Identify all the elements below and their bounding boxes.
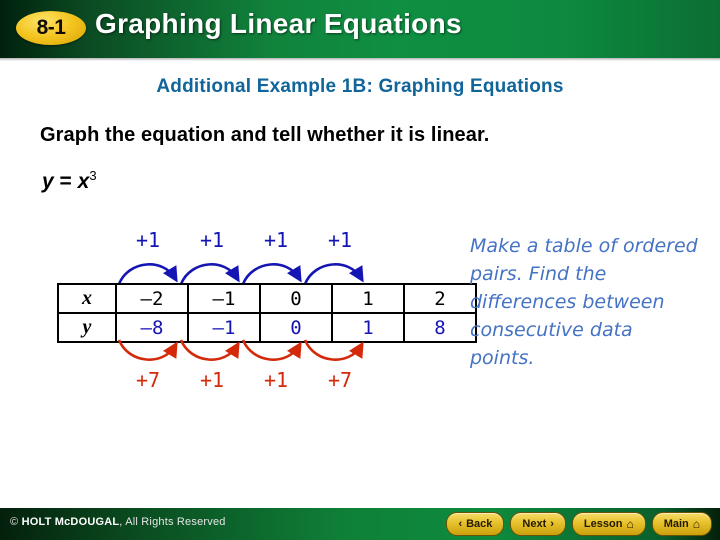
copyright-brand: HOLT McDOUGAL [21, 516, 120, 528]
page-title: Graphing Linear Equations [95, 8, 462, 39]
next-button[interactable]: Next › [510, 512, 566, 536]
copyright-prefix: © [10, 516, 22, 528]
x-cell: –2 [115, 283, 189, 314]
difference-table-area: +1 +1 +1 +1 x –2 –1 0 1 2 y –8 –1 0 1 8 [57, 228, 477, 400]
y-difference-label: +7 [327, 368, 353, 392]
x-difference-label: +1 [263, 228, 289, 252]
chevron-left-icon: ‹ [458, 518, 463, 530]
slide-footer: © HOLT McDOUGAL, All Rights Reserved ‹ B… [0, 508, 720, 540]
copyright-suffix: , All Rights Reserved [119, 516, 226, 528]
instruction-note: Make a table of ordered pairs. Find the … [470, 235, 698, 369]
x-cell: 1 [331, 283, 405, 314]
slide-header: 8-1 Graphing Linear Equations [0, 0, 720, 58]
y-difference-label: +1 [199, 368, 225, 392]
next-button-label: Next [522, 518, 547, 530]
x-difference-label: +1 [327, 228, 353, 252]
x-cell: 0 [259, 283, 333, 314]
x-cell: 2 [403, 283, 477, 314]
equation-lhs: y [42, 170, 54, 193]
home-icon: ⌂ [626, 517, 634, 531]
y-difference-arrows [117, 339, 364, 361]
y-difference-label: +1 [263, 368, 289, 392]
header-divider [0, 58, 720, 61]
lesson-number-badge: 8-1 [16, 11, 86, 45]
main-button[interactable]: Main ⌂ [651, 512, 712, 536]
navigation-buttons: ‹ Back Next › Lesson ⌂ Main ⌂ [446, 512, 712, 536]
copyright-text: © HOLT McDOUGAL, All Rights Reserved [10, 516, 226, 528]
table-row-x: x –2 –1 0 1 2 [57, 283, 477, 314]
back-button-label: Back [466, 518, 493, 530]
lesson-number-text: 8-1 [36, 16, 66, 39]
x-difference-label: +1 [135, 228, 161, 252]
x-difference-arrows [117, 263, 364, 285]
example-subtitle: Additional Example 1B: Graphing Equation… [156, 76, 564, 97]
lesson-button[interactable]: Lesson ⌂ [571, 512, 646, 536]
equation-exponent: 3 [89, 168, 97, 183]
back-button[interactable]: ‹ Back [446, 512, 505, 536]
chevron-right-icon: › [550, 518, 554, 530]
lesson-button-label: Lesson [583, 518, 623, 530]
equation: y = x3 [42, 168, 97, 194]
home-icon: ⌂ [692, 517, 700, 531]
main-button-label: Main [663, 518, 689, 530]
equation-equals: = [59, 170, 72, 193]
row-label-x: x [57, 283, 117, 314]
problem-prompt: Graph the equation and tell whether it i… [40, 124, 490, 146]
equation-base: x [77, 170, 90, 193]
y-difference-label: +7 [135, 368, 161, 392]
x-difference-label: +1 [199, 228, 225, 252]
ordered-pairs-table: x –2 –1 0 1 2 y –8 –1 0 1 8 [57, 283, 477, 343]
x-cell: –1 [187, 283, 261, 314]
